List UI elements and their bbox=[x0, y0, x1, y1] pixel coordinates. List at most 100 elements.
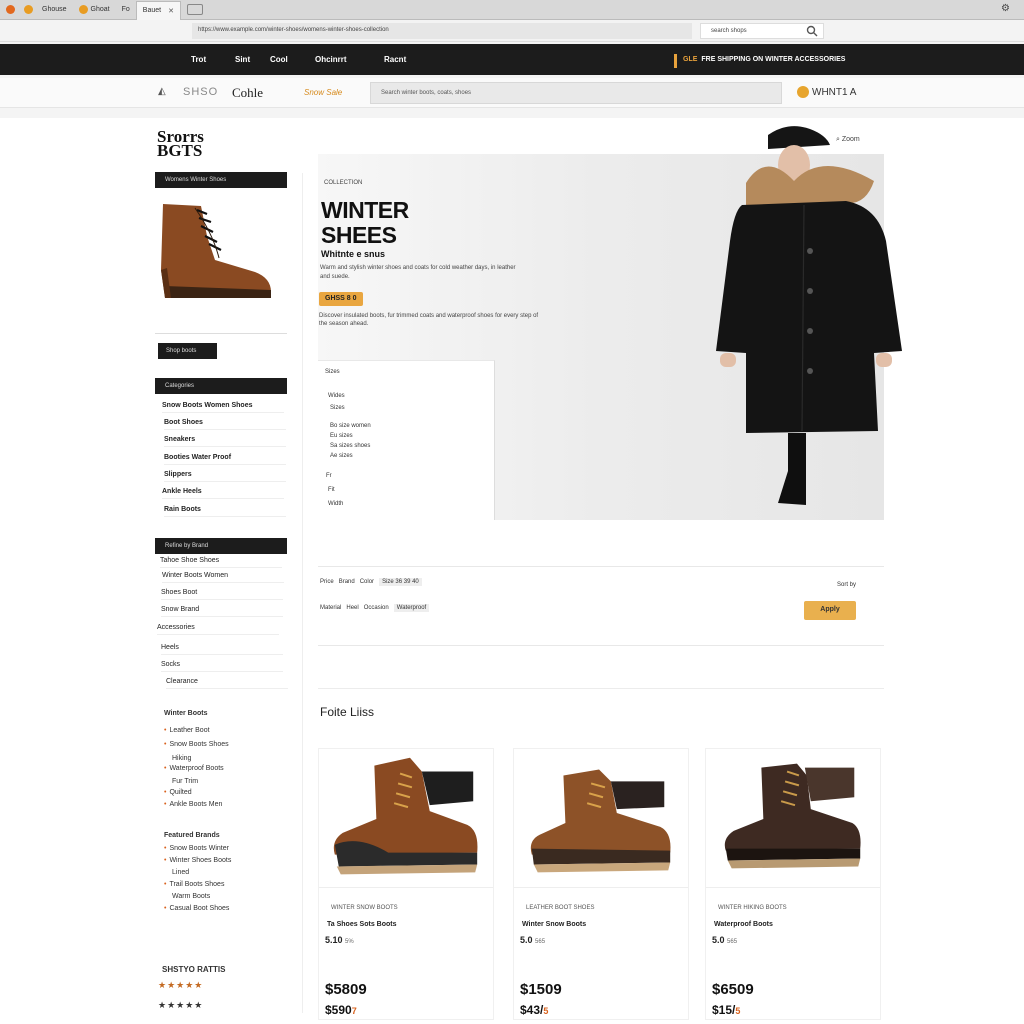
sidebar-link[interactable]: Clearance bbox=[166, 678, 288, 689]
shop-boots-button[interactable]: Shop boots bbox=[158, 343, 217, 359]
sidebar-sublink[interactable]: Fur Trim bbox=[164, 778, 198, 785]
sidebar-link[interactable]: Accessories bbox=[157, 624, 279, 635]
sidebar-sublink[interactable]: Hiking bbox=[164, 755, 191, 762]
size-option[interactable]: Width bbox=[328, 501, 343, 507]
sidebar-link[interactable]: Slippers bbox=[164, 471, 286, 482]
browser-tab[interactable]: Ghouse bbox=[0, 1, 73, 19]
filter-chip[interactable]: Size 36 39 40 bbox=[379, 578, 422, 586]
sidebar-link[interactable]: Booties Water Proof bbox=[164, 454, 286, 465]
sidebar-link[interactable]: Boot Shoes bbox=[164, 419, 286, 430]
close-icon[interactable]: ✕ bbox=[168, 7, 174, 15]
sidebar-link[interactable]: Heels bbox=[161, 644, 283, 655]
filter-row: Material Heel Occasion Waterproof bbox=[320, 604, 430, 612]
product-image[interactable] bbox=[514, 749, 688, 887]
logo-word[interactable]: Cohle bbox=[232, 85, 263, 101]
product-image[interactable] bbox=[319, 749, 493, 887]
sidebar-sublink[interactable]: • Snow Boots Winter bbox=[164, 845, 229, 852]
tab-label: Ghouse bbox=[42, 6, 67, 13]
product-rating-value: 5.10 bbox=[325, 935, 343, 945]
account-button[interactable]: WHNT1 A bbox=[797, 86, 856, 98]
size-option[interactable]: Fr bbox=[326, 473, 332, 479]
nav-item[interactable]: Ohcinrrt bbox=[315, 55, 347, 64]
sidebar-link[interactable]: Tahoe Shoe Shoes bbox=[160, 557, 282, 568]
filter-chip[interactable]: Price bbox=[320, 579, 334, 585]
sidebar-sublink[interactable]: • Trail Boots Shoes bbox=[164, 881, 224, 888]
new-tab-button[interactable] bbox=[186, 4, 203, 15]
nav-item[interactable]: Sint bbox=[235, 55, 250, 64]
gear-icon[interactable]: ⚙ bbox=[1001, 3, 1010, 14]
search-input[interactable]: Search winter boots, coats, shoes bbox=[370, 82, 782, 104]
sidebar-sublink-label: Quilted bbox=[169, 789, 192, 796]
browser-tab[interactable]: Fo bbox=[116, 1, 136, 19]
hero-kicker: COLLECTION bbox=[324, 180, 363, 186]
sidebar-sublink[interactable]: Warm Boots bbox=[164, 893, 210, 900]
sidebar-link[interactable]: Ankle Heels bbox=[162, 488, 284, 499]
hero-model-image[interactable] bbox=[706, 121, 906, 521]
product-old-price: $15/5 bbox=[712, 1003, 740, 1017]
sort-dropdown[interactable]: Sort by bbox=[837, 582, 856, 588]
product-name[interactable]: Waterproof Boots bbox=[714, 921, 773, 928]
product-name[interactable]: Ta Shoes Sots Boots bbox=[327, 921, 397, 928]
size-option[interactable]: Fit bbox=[328, 487, 335, 493]
nav-item[interactable]: Cool bbox=[270, 55, 288, 64]
sidebar-sublink[interactable]: • Quilted bbox=[164, 789, 192, 796]
brand-logo[interactable]: Srorrs BGTS bbox=[157, 128, 219, 160]
filter-chip[interactable]: Waterproof bbox=[393, 604, 430, 612]
sidebar-link[interactable]: Snow Boots Women Shoes bbox=[162, 402, 284, 413]
size-option[interactable]: Sizes bbox=[330, 405, 345, 411]
product-image[interactable] bbox=[706, 749, 880, 887]
browser-tab-active[interactable]: Bauet ✕ bbox=[135, 0, 181, 20]
url-field[interactable]: https://www.example.com/winter-shoes/wom… bbox=[192, 23, 692, 39]
apply-button[interactable]: Apply bbox=[804, 601, 856, 620]
product-card[interactable]: LEATHER BOOT SHOES Winter Snow Boots 5.0… bbox=[513, 748, 689, 1020]
product-name[interactable]: Winter Snow Boots bbox=[522, 921, 586, 928]
size-option[interactable]: Wides bbox=[328, 393, 345, 399]
sidebar-sublink[interactable]: Lined bbox=[164, 869, 189, 876]
product-card[interactable]: WINTER HIKING BOOTS Waterproof Boots 5.0… bbox=[705, 748, 881, 1020]
filter-chip[interactable]: Material bbox=[320, 605, 341, 611]
filter-bar: Price Brand Color Size 36 39 40 Material… bbox=[318, 566, 884, 646]
product-card[interactable]: WINTER SNOW BOOTS Ta Shoes Sots Boots 5.… bbox=[318, 748, 494, 1020]
sidebar-sublink[interactable]: • Ankle Boots Men bbox=[164, 801, 222, 808]
product-old-price: $5907 bbox=[325, 1003, 357, 1017]
browser-tab[interactable]: Ghoat bbox=[73, 1, 116, 19]
store-logo-icon[interactable]: ◭ bbox=[158, 86, 166, 97]
search-icon[interactable] bbox=[806, 25, 818, 37]
filter-chip[interactable]: Heel bbox=[346, 605, 358, 611]
rating-stars: ★★★★★ bbox=[158, 1000, 204, 1010]
sidebar-sublink[interactable]: • Casual Boot Shoes bbox=[164, 905, 229, 912]
sidebar-link[interactable]: Shoes Boot bbox=[161, 589, 283, 600]
sale-tag[interactable]: Snow Sale bbox=[304, 88, 342, 97]
rating-stars: ★★★★★ bbox=[158, 980, 204, 990]
sidebar-sublink[interactable]: • Winter Shoes Boots bbox=[164, 857, 231, 864]
size-option[interactable]: Eu sizes bbox=[330, 433, 353, 439]
size-option[interactable]: Bo size women bbox=[330, 423, 371, 429]
filter-chip[interactable]: Occasion bbox=[364, 605, 389, 611]
sidebar-sublink-label: Ankle Boots Men bbox=[169, 801, 223, 808]
size-option[interactable]: Sizes bbox=[325, 369, 340, 375]
sidebar-link[interactable]: Winter Boots Women bbox=[162, 572, 284, 583]
nav-item[interactable]: Trot bbox=[191, 55, 206, 64]
hero-cta-button[interactable]: GHSS 8 0 bbox=[319, 292, 363, 306]
nav-item[interactable]: Racnt bbox=[384, 55, 406, 64]
sidebar-sublink[interactable]: • Snow Boots Shoes bbox=[164, 741, 229, 748]
sidebar-sublink[interactable]: • Leather Boot bbox=[164, 727, 210, 734]
featured-boot-image[interactable] bbox=[155, 198, 277, 308]
sidebar-sublink[interactable]: • Waterproof Boots bbox=[164, 765, 224, 772]
size-option[interactable]: Ae sizes bbox=[330, 453, 353, 459]
hero-title: WINTER SHEES bbox=[321, 198, 409, 248]
sidebar-link[interactable]: Sneakers bbox=[164, 436, 286, 447]
tab-label: Fo bbox=[121, 6, 130, 13]
filter-chip[interactable]: Color bbox=[360, 579, 374, 585]
size-option[interactable]: Sa sizes shoes bbox=[330, 443, 370, 449]
promo-banner[interactable]: GLE FRE SHIPPING ON WINTER ACCESSORIES bbox=[674, 54, 854, 68]
sidebar-sublink-label: Snow Boots Winter bbox=[169, 845, 229, 852]
zoom-button[interactable]: ⌕ Zoom bbox=[836, 136, 860, 144]
sidebar-sublink-label: Casual Boot Shoes bbox=[169, 905, 230, 912]
sidebar-link[interactable]: Rain Boots bbox=[164, 506, 286, 517]
filter-chip[interactable]: Brand bbox=[339, 579, 355, 585]
sidebar-link[interactable]: Socks bbox=[161, 661, 283, 672]
logo-text[interactable]: SHSO bbox=[183, 86, 218, 98]
sidebar-link[interactable]: Snow Brand bbox=[161, 606, 283, 617]
product-rating: 5.0 565 bbox=[712, 935, 737, 945]
